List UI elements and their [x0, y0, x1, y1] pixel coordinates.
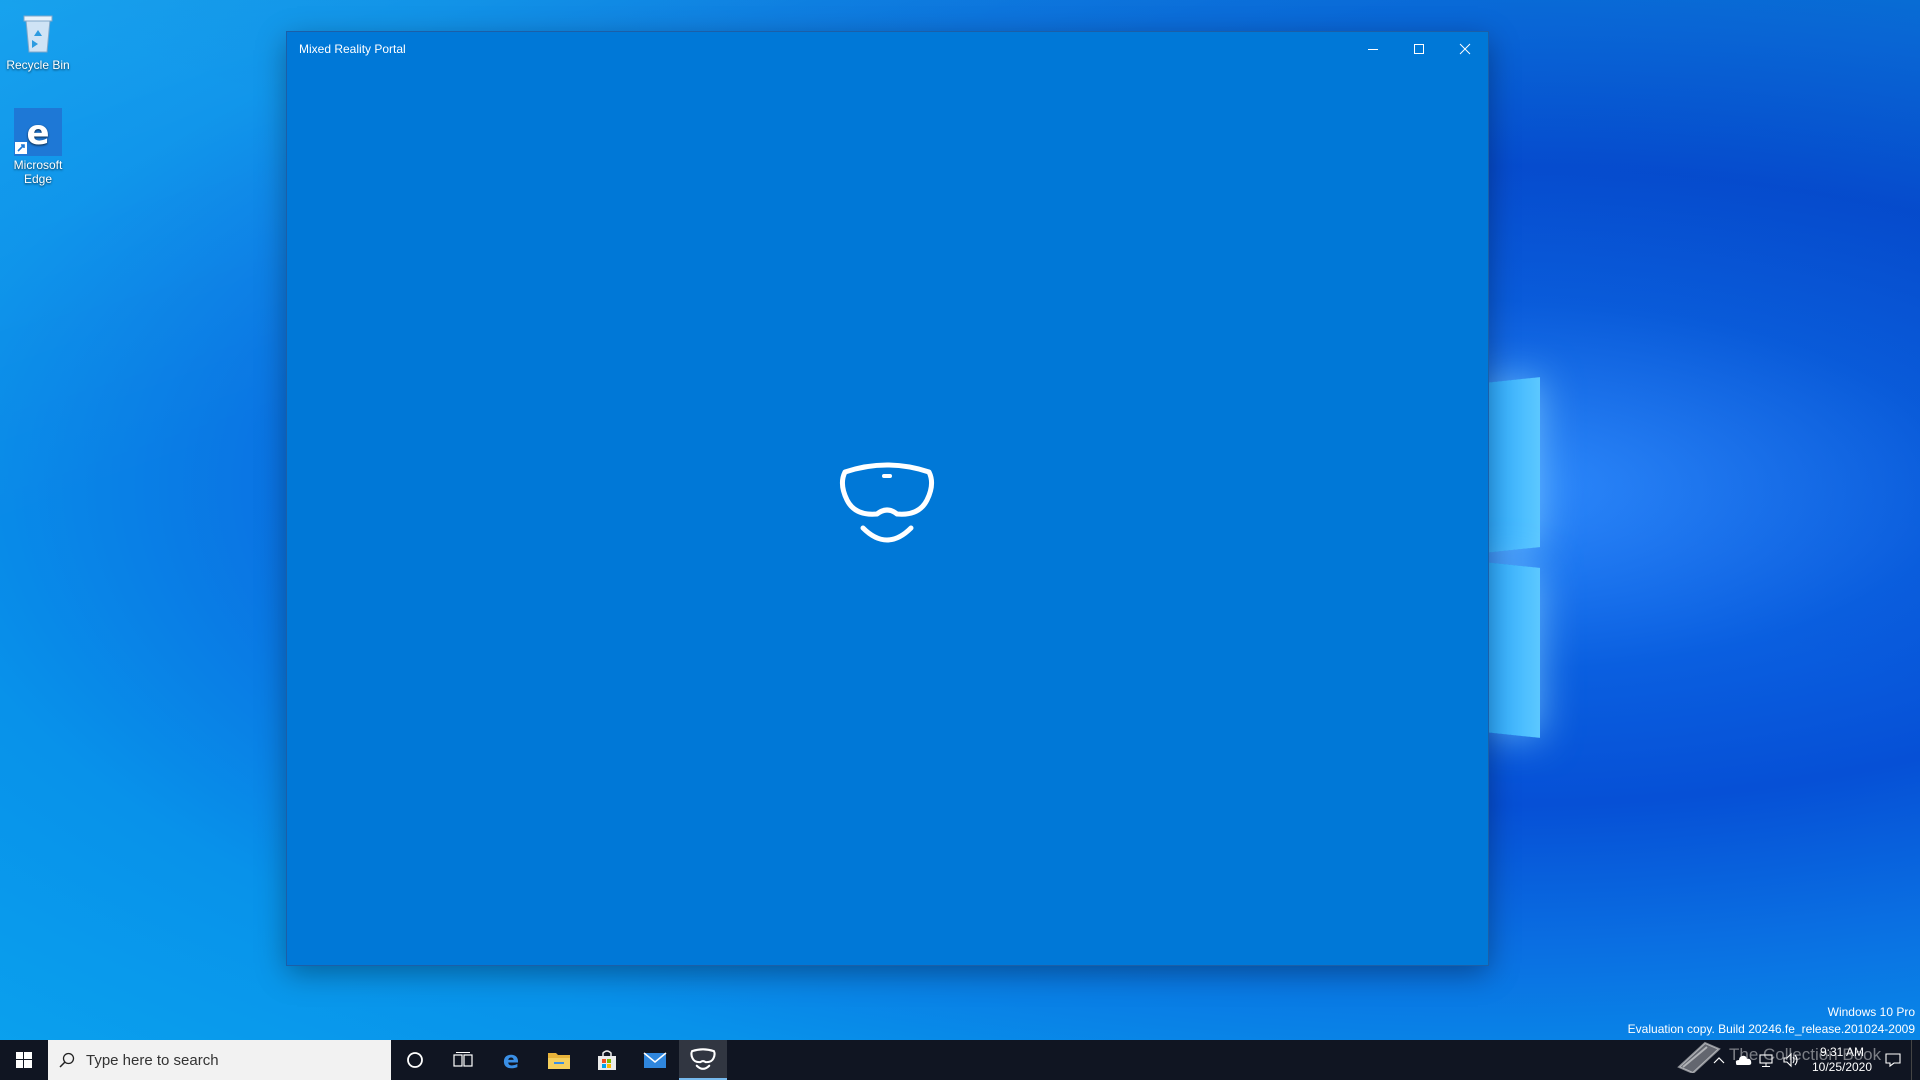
collection-book-overlay: The Collection Book — [1675, 1037, 1881, 1073]
taskbar-mixed-reality-portal[interactable] — [679, 1040, 727, 1080]
mail-icon — [643, 1052, 667, 1068]
watermark-build: Evaluation copy. Build 20246.fe_release.… — [1627, 1022, 1915, 1036]
taskbar-store[interactable] — [583, 1040, 631, 1080]
minimize-button[interactable] — [1350, 32, 1396, 66]
taskbar-task-view[interactable] — [439, 1040, 487, 1080]
search-box[interactable]: Type here to search — [48, 1040, 391, 1080]
mixed-reality-headset-icon — [837, 460, 937, 557]
maximize-button[interactable] — [1396, 32, 1442, 66]
notification-icon — [1885, 1053, 1901, 1068]
action-center-button[interactable] — [1881, 1052, 1905, 1068]
svg-text:e: e — [503, 1048, 519, 1072]
search-icon — [48, 1052, 86, 1068]
minimize-icon — [1368, 49, 1378, 50]
taskbar-mail[interactable] — [631, 1040, 679, 1080]
window-title: Mixed Reality Portal — [299, 42, 406, 56]
windows-start-icon — [16, 1052, 32, 1068]
overlay-text: The Collection Book — [1729, 1045, 1882, 1064]
store-bag-icon — [598, 1050, 616, 1070]
close-button[interactable] — [1442, 32, 1488, 66]
title-bar[interactable]: Mixed Reality Portal — [287, 32, 1488, 66]
desktop-icon-label: Microsoft Edge — [13, 158, 63, 186]
mixed-reality-portal-window[interactable]: Mixed Reality Portal — [287, 32, 1488, 965]
show-desktop-button[interactable] — [1911, 1040, 1920, 1080]
maximize-icon — [1414, 44, 1424, 54]
taskbar-edge[interactable]: e — [487, 1040, 535, 1080]
watermark-edition: Windows 10 Pro — [1827, 1005, 1915, 1019]
edge-icon: e — [14, 108, 62, 156]
windows-watermark: Windows 10 Pro Evaluation copy. Build 20… — [1628, 1004, 1915, 1038]
task-view-icon — [453, 1052, 473, 1067]
taskbar: Type here to search e 9:31 AM 10/25/2020 — [0, 1040, 1920, 1080]
folder-icon — [548, 1053, 570, 1069]
start-button[interactable] — [0, 1040, 48, 1080]
windows-logo-wallpaper — [1485, 377, 1540, 740]
mixed-reality-headset-icon — [690, 1048, 716, 1070]
desktop-icon-microsoft-edge[interactable]: e Microsoft Edge — [0, 108, 76, 186]
search-placeholder: Type here to search — [86, 1051, 219, 1069]
close-icon — [1459, 43, 1471, 55]
svg-text:e: e — [26, 113, 49, 153]
edge-icon: e — [503, 1048, 519, 1072]
taskbar-cortana[interactable] — [391, 1040, 439, 1080]
cortana-circle-icon — [407, 1052, 423, 1068]
recycle-bin-icon — [14, 8, 62, 56]
desktop-icon-recycle-bin[interactable]: Recycle Bin — [0, 8, 76, 72]
book-logo-icon — [1677, 1041, 1721, 1073]
taskbar-file-explorer[interactable] — [535, 1040, 583, 1080]
desktop-icon-label: Recycle Bin — [6, 58, 70, 72]
